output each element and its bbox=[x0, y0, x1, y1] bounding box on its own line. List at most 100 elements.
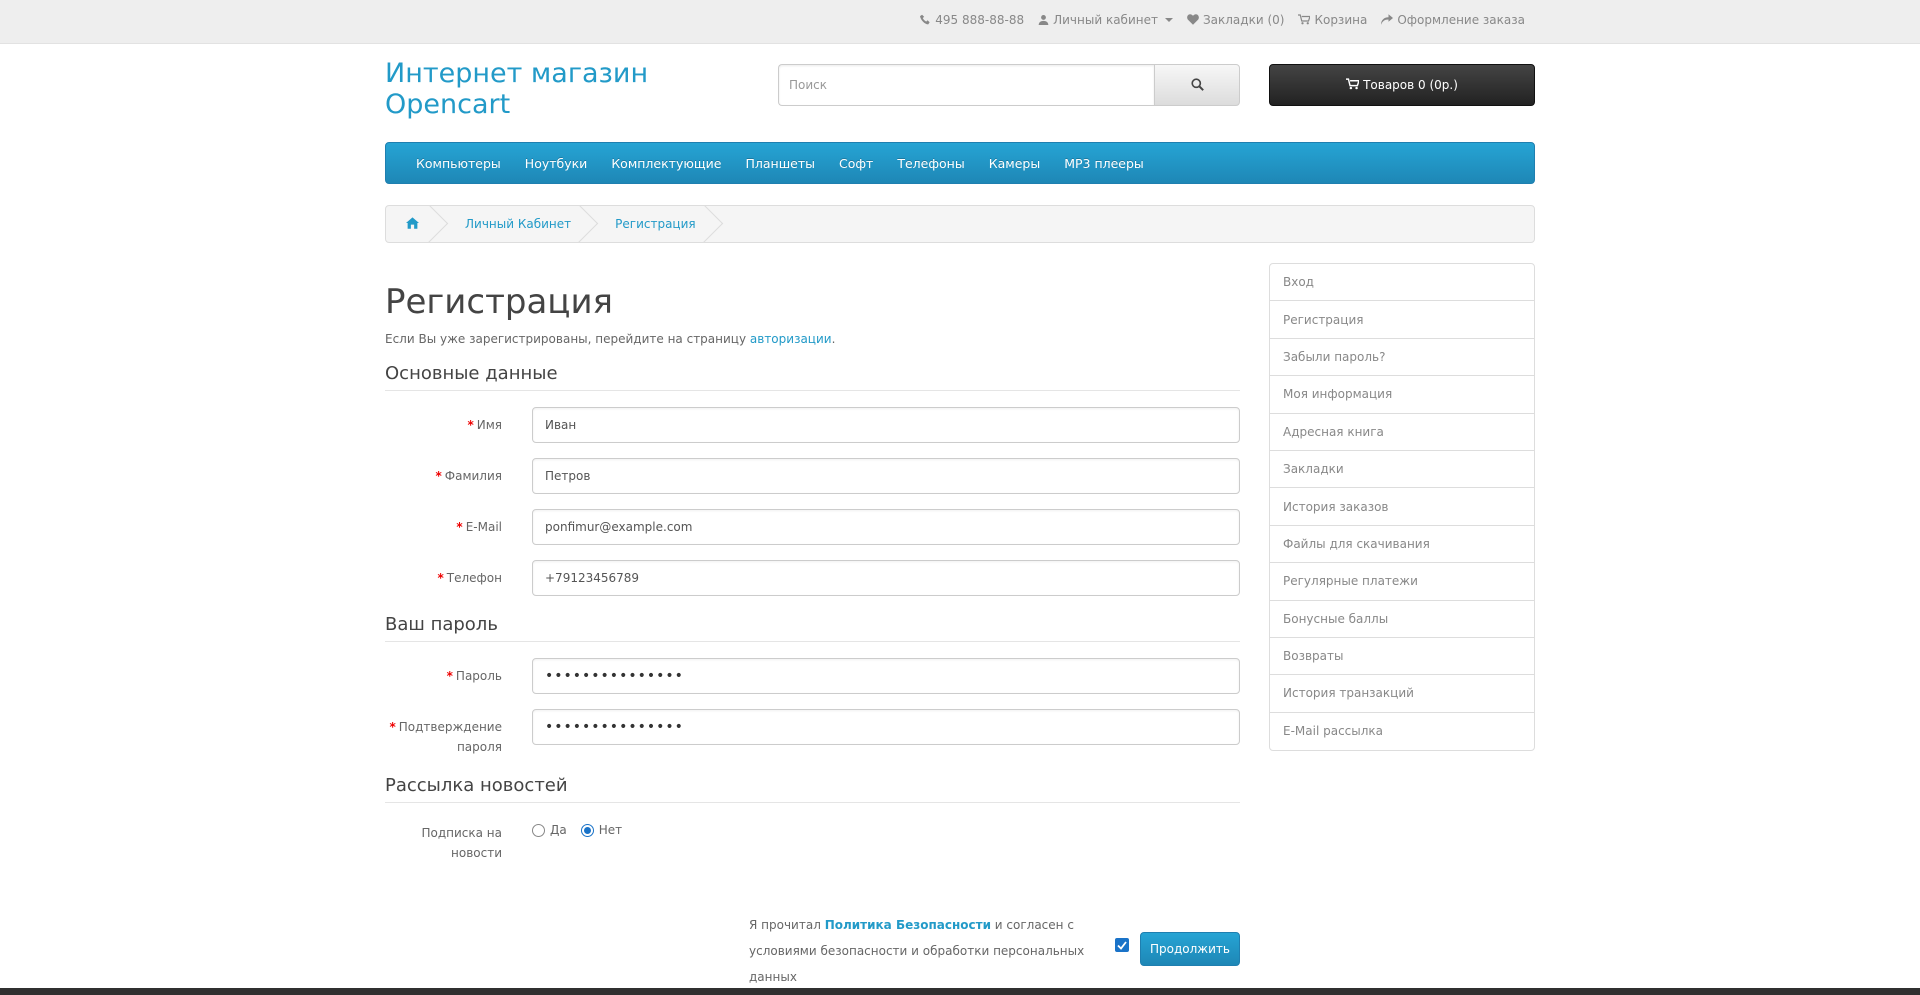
login-link[interactable]: авторизации bbox=[750, 332, 832, 346]
checkout-link[interactable]: Оформление заказа bbox=[1381, 13, 1525, 27]
newsletter-row: Подписка на новости Да Нет bbox=[385, 819, 1240, 863]
account-menu-recurring[interactable]: Регулярные платежи bbox=[1270, 563, 1534, 601]
newsletter-section: Рассылка новостей Подписка на новости Да … bbox=[385, 775, 1240, 863]
cart-icon bbox=[1346, 78, 1361, 92]
radio-unchecked-icon bbox=[532, 823, 545, 837]
intro-suffix: . bbox=[831, 332, 836, 346]
menu-item-mp3[interactable]: MP3 плееры bbox=[1052, 156, 1156, 171]
heart-icon bbox=[1187, 13, 1199, 27]
caret-down-icon bbox=[1164, 18, 1173, 22]
cart-link[interactable]: Корзина bbox=[1298, 13, 1367, 27]
breadcrumb-account[interactable]: Личный Кабинет bbox=[443, 206, 593, 242]
register-form-area: Регистрация Если Вы уже зарегистрированы… bbox=[385, 262, 1240, 878]
confirm-password-field[interactable] bbox=[532, 709, 1240, 745]
home-icon bbox=[406, 217, 419, 231]
radio-checked-icon bbox=[580, 823, 594, 837]
menu-item-phones[interactable]: Телефоны bbox=[885, 156, 976, 171]
logo-line-2: Opencart bbox=[385, 89, 511, 120]
phone-text: 495 888-88-88 bbox=[935, 13, 1025, 27]
newsletter-label: Подписка на новости bbox=[421, 826, 502, 860]
lastname-field[interactable] bbox=[532, 458, 1240, 494]
search-button[interactable] bbox=[1154, 64, 1240, 106]
menu-item-cameras[interactable]: Камеры bbox=[977, 156, 1052, 171]
wishlist-text: Закладки (0) bbox=[1202, 13, 1285, 27]
email-field[interactable] bbox=[532, 509, 1240, 545]
account-dropdown[interactable]: Личный кабинет bbox=[1038, 13, 1173, 27]
firstname-row: * Имя bbox=[385, 407, 1240, 443]
checkout-text: Оформление заказа bbox=[1397, 13, 1525, 27]
lastname-row: * Фамилия bbox=[385, 458, 1240, 494]
menu-item-tablets[interactable]: Планшеты bbox=[733, 156, 827, 171]
account-menu-register[interactable]: Регистрация bbox=[1270, 301, 1534, 339]
personal-section: Основные данные *Имя *Фамилия *E-Mail *Т… bbox=[385, 363, 1240, 596]
newsletter-radio-group: Да Нет bbox=[532, 819, 622, 837]
cart-icon bbox=[1298, 13, 1312, 27]
account-menu-forgotten[interactable]: Забыли пароль? bbox=[1270, 339, 1534, 377]
continue-button[interactable]: Продолжить bbox=[1140, 932, 1240, 966]
footer-strip bbox=[0, 988, 1920, 995]
cart-button-label: Товаров 0 (0р.) bbox=[1363, 78, 1458, 92]
password-row: * Пароль bbox=[385, 658, 1240, 694]
email-label: * E-Mail bbox=[456, 520, 502, 534]
password-label: * Пароль bbox=[446, 669, 502, 683]
firstname-label: * Имя bbox=[467, 418, 502, 432]
agree-text: Я прочитал Политика Безопасности и согла… bbox=[749, 918, 1085, 984]
menu-item-laptops[interactable]: Ноутбуки bbox=[513, 156, 600, 171]
telephone-field[interactable] bbox=[532, 560, 1240, 596]
confirm-label: * Подтверждение пароля bbox=[389, 720, 502, 754]
breadcrumb-register[interactable]: Регистрация bbox=[593, 206, 717, 242]
account-menu-downloads[interactable]: Файлы для скачивания bbox=[1270, 526, 1534, 564]
phone-link[interactable]: 495 888-88-88 bbox=[920, 13, 1024, 27]
search-bar bbox=[778, 64, 1240, 106]
account-menu-wishlist[interactable]: Закладки bbox=[1270, 451, 1534, 489]
lastname-label: * Фамилия bbox=[435, 469, 502, 483]
section-newsletter-title: Рассылка новостей bbox=[385, 775, 1240, 803]
user-icon bbox=[1038, 14, 1049, 27]
search-input[interactable] bbox=[778, 64, 1154, 106]
menu-item-components[interactable]: Комплектующие bbox=[599, 156, 733, 171]
logo-line-1: Интернет магазин bbox=[385, 58, 649, 89]
breadcrumb-home[interactable] bbox=[386, 206, 443, 242]
phone-icon bbox=[920, 14, 931, 27]
top-links: 495 888-88-88 Личный кабинет Закладки (0… bbox=[920, 13, 1525, 27]
store-logo[interactable]: Интернет магазин Opencart bbox=[385, 58, 705, 120]
confirm-row: * Подтверждение пароля bbox=[385, 709, 1240, 757]
search-icon bbox=[1190, 77, 1204, 93]
email-row: * E-Mail bbox=[385, 509, 1240, 545]
account-menu-newsletter[interactable]: E-Mail рассылка bbox=[1270, 713, 1534, 750]
intro-prefix: Если Вы уже зарегистрированы, перейдите … bbox=[385, 332, 750, 346]
newsletter-no-radio[interactable]: Нет bbox=[580, 823, 622, 837]
account-text: Личный кабинет bbox=[1053, 13, 1158, 27]
share-icon bbox=[1381, 13, 1394, 27]
password-field[interactable] bbox=[532, 658, 1240, 694]
telephone-row: * Телефон bbox=[385, 560, 1240, 596]
agree-row: Я прочитал Политика Безопасности и согла… bbox=[749, 908, 1241, 984]
cart-button[interactable]: Товаров 0 (0р.) bbox=[1269, 64, 1535, 106]
page-title: Регистрация bbox=[385, 282, 613, 322]
agree-checkbox[interactable] bbox=[1115, 938, 1129, 952]
account-menu: Вход Регистрация Забыли пароль? Моя инфо… bbox=[1269, 263, 1535, 752]
account-menu-transactions[interactable]: История транзакций bbox=[1270, 675, 1534, 713]
account-menu-returns[interactable]: Возвраты bbox=[1270, 638, 1534, 676]
newsletter-yes-radio[interactable]: Да bbox=[532, 823, 567, 837]
menu-item-computers[interactable]: Компьютеры bbox=[404, 156, 513, 171]
category-menu: Компьютеры Ноутбуки Комплектующие Планше… bbox=[385, 142, 1535, 184]
menu-item-software[interactable]: Софт bbox=[827, 156, 885, 171]
privacy-policy-link[interactable]: Политика Безопасности bbox=[825, 918, 991, 932]
account-menu-login[interactable]: Вход bbox=[1270, 264, 1534, 302]
breadcrumb: Личный Кабинет Регистрация bbox=[385, 205, 1535, 243]
intro-text: Если Вы уже зарегистрированы, перейдите … bbox=[385, 332, 1240, 346]
firstname-field[interactable] bbox=[532, 407, 1240, 443]
wishlist-link[interactable]: Закладки (0) bbox=[1187, 13, 1284, 27]
checkmark-icon bbox=[1117, 940, 1127, 950]
password-section: Ваш пароль *Пароль *Подтверждениепароля bbox=[385, 614, 1240, 757]
cart-text: Корзина bbox=[1314, 13, 1368, 27]
account-menu-orders[interactable]: История заказов bbox=[1270, 488, 1534, 526]
account-menu-info[interactable]: Моя информация bbox=[1270, 376, 1534, 414]
top-bar: 495 888-88-88 Личный кабинет Закладки (0… bbox=[0, 0, 1920, 44]
section-password-title: Ваш пароль bbox=[385, 614, 1240, 642]
telephone-label: * Телефон bbox=[437, 571, 503, 585]
account-menu-reward[interactable]: Бонусные баллы bbox=[1270, 601, 1534, 638]
section-personal-title: Основные данные bbox=[385, 363, 1240, 391]
account-menu-address[interactable]: Адресная книга bbox=[1270, 414, 1534, 451]
